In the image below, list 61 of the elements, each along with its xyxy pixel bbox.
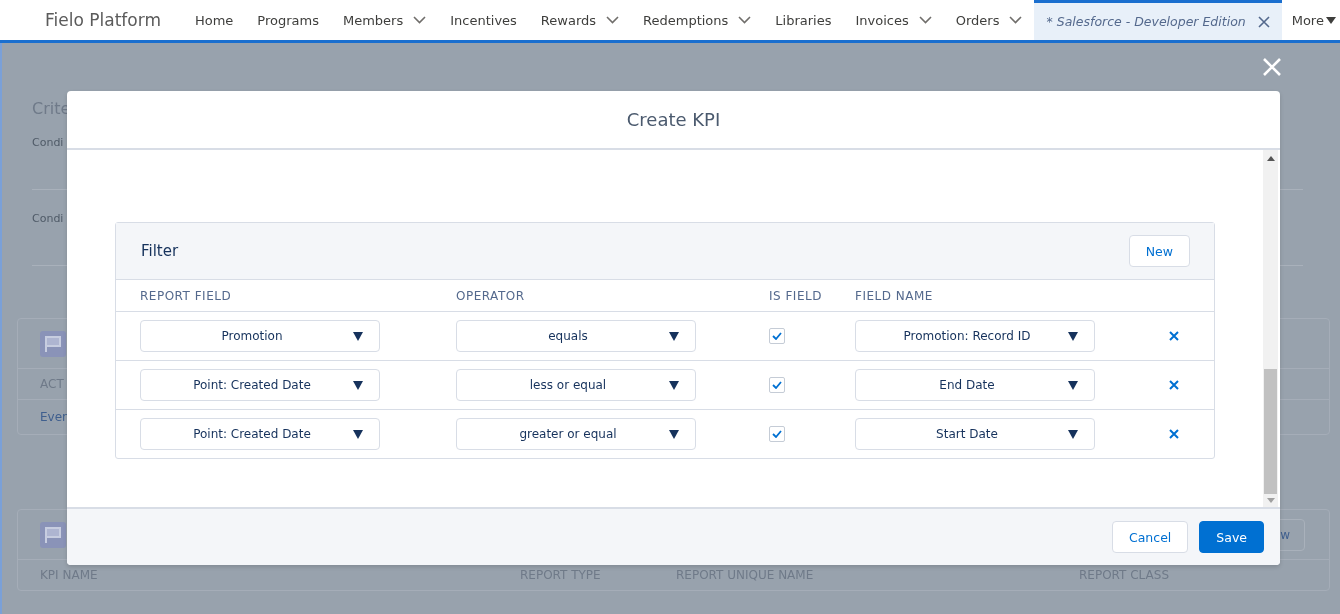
field-label: Condi xyxy=(32,136,65,149)
nav-link[interactable]: Libraries xyxy=(775,12,832,28)
chevron-down-icon[interactable] xyxy=(1009,16,1023,24)
caret-down-icon xyxy=(353,331,363,341)
nav-link[interactable]: Redemptions xyxy=(643,12,729,28)
caret-down-icon xyxy=(353,429,363,439)
field-label: Condi xyxy=(32,212,65,225)
report-field-select[interactable]: Point: Created Date xyxy=(140,369,380,401)
column-header: REPORT FIELD xyxy=(140,288,233,303)
scrollbar[interactable] xyxy=(1263,150,1278,507)
app-name: Fielo Platform xyxy=(45,10,161,30)
nav-link[interactable]: Invoices xyxy=(855,12,909,28)
nav-link[interactable]: Incentives xyxy=(450,12,517,28)
checkbox[interactable] xyxy=(769,377,785,393)
cancel-button[interactable]: Cancel xyxy=(1111,521,1189,553)
more-menu[interactable]: More xyxy=(1281,0,1340,40)
field-name-select[interactable]: Start Date xyxy=(855,418,1095,450)
checkbox[interactable] xyxy=(769,426,785,442)
caret-down-icon xyxy=(353,380,363,390)
column-header: FIELD NAME xyxy=(855,288,934,303)
save-button[interactable]: Save xyxy=(1199,521,1264,553)
checkmark-icon xyxy=(772,430,782,438)
operator-select[interactable]: equals xyxy=(456,320,696,352)
remove-icon[interactable] xyxy=(1169,380,1179,390)
workspace-tab[interactable]: * Salesforce - Developer Edition xyxy=(1034,0,1282,40)
flag-icon xyxy=(40,330,66,357)
caret-down-icon xyxy=(669,380,679,390)
report-field-select[interactable]: Promotion xyxy=(140,320,380,352)
nav-link[interactable]: Members xyxy=(342,12,404,28)
chevron-down-icon[interactable] xyxy=(606,16,620,24)
remove-icon[interactable] xyxy=(1169,331,1179,341)
new-button[interactable]: New xyxy=(1128,235,1190,267)
caret-down-icon xyxy=(1068,380,1078,390)
field-name-select[interactable]: Promotion: Record ID xyxy=(855,320,1095,352)
column-header: OPERATOR xyxy=(456,288,526,303)
remove-icon[interactable] xyxy=(1169,429,1179,439)
nav-link[interactable]: Programs xyxy=(257,12,319,28)
checkmark-icon xyxy=(772,332,782,340)
scroll-up-icon[interactable] xyxy=(1266,156,1275,161)
dialog-title: Create KPI xyxy=(626,109,721,130)
report-field-select[interactable]: Point: Created Date xyxy=(140,418,380,450)
chevron-down-icon[interactable] xyxy=(413,16,427,24)
nav-link[interactable]: Orders xyxy=(955,12,1000,28)
operator-select[interactable]: greater or equal xyxy=(456,418,696,450)
column-header: IS FIELD xyxy=(769,288,823,303)
flag-icon xyxy=(40,521,66,548)
chevron-down-icon[interactable] xyxy=(918,16,932,24)
checkbox[interactable] xyxy=(769,328,785,344)
card-title: Filter xyxy=(141,242,179,260)
field-name-select[interactable]: End Date xyxy=(855,369,1095,401)
checkmark-icon xyxy=(772,381,782,389)
caret-down-icon xyxy=(1325,16,1336,24)
chevron-down-icon[interactable] xyxy=(738,16,752,24)
caret-down-icon xyxy=(1068,331,1078,341)
operator-select[interactable]: less or equal xyxy=(456,369,696,401)
nav-link[interactable]: Home xyxy=(194,12,234,28)
caret-down-icon xyxy=(669,331,679,341)
nav-link[interactable]: Rewards xyxy=(540,12,597,28)
caret-down-icon xyxy=(669,429,679,439)
close-icon[interactable] xyxy=(1257,15,1270,28)
caret-down-icon xyxy=(1068,429,1078,439)
